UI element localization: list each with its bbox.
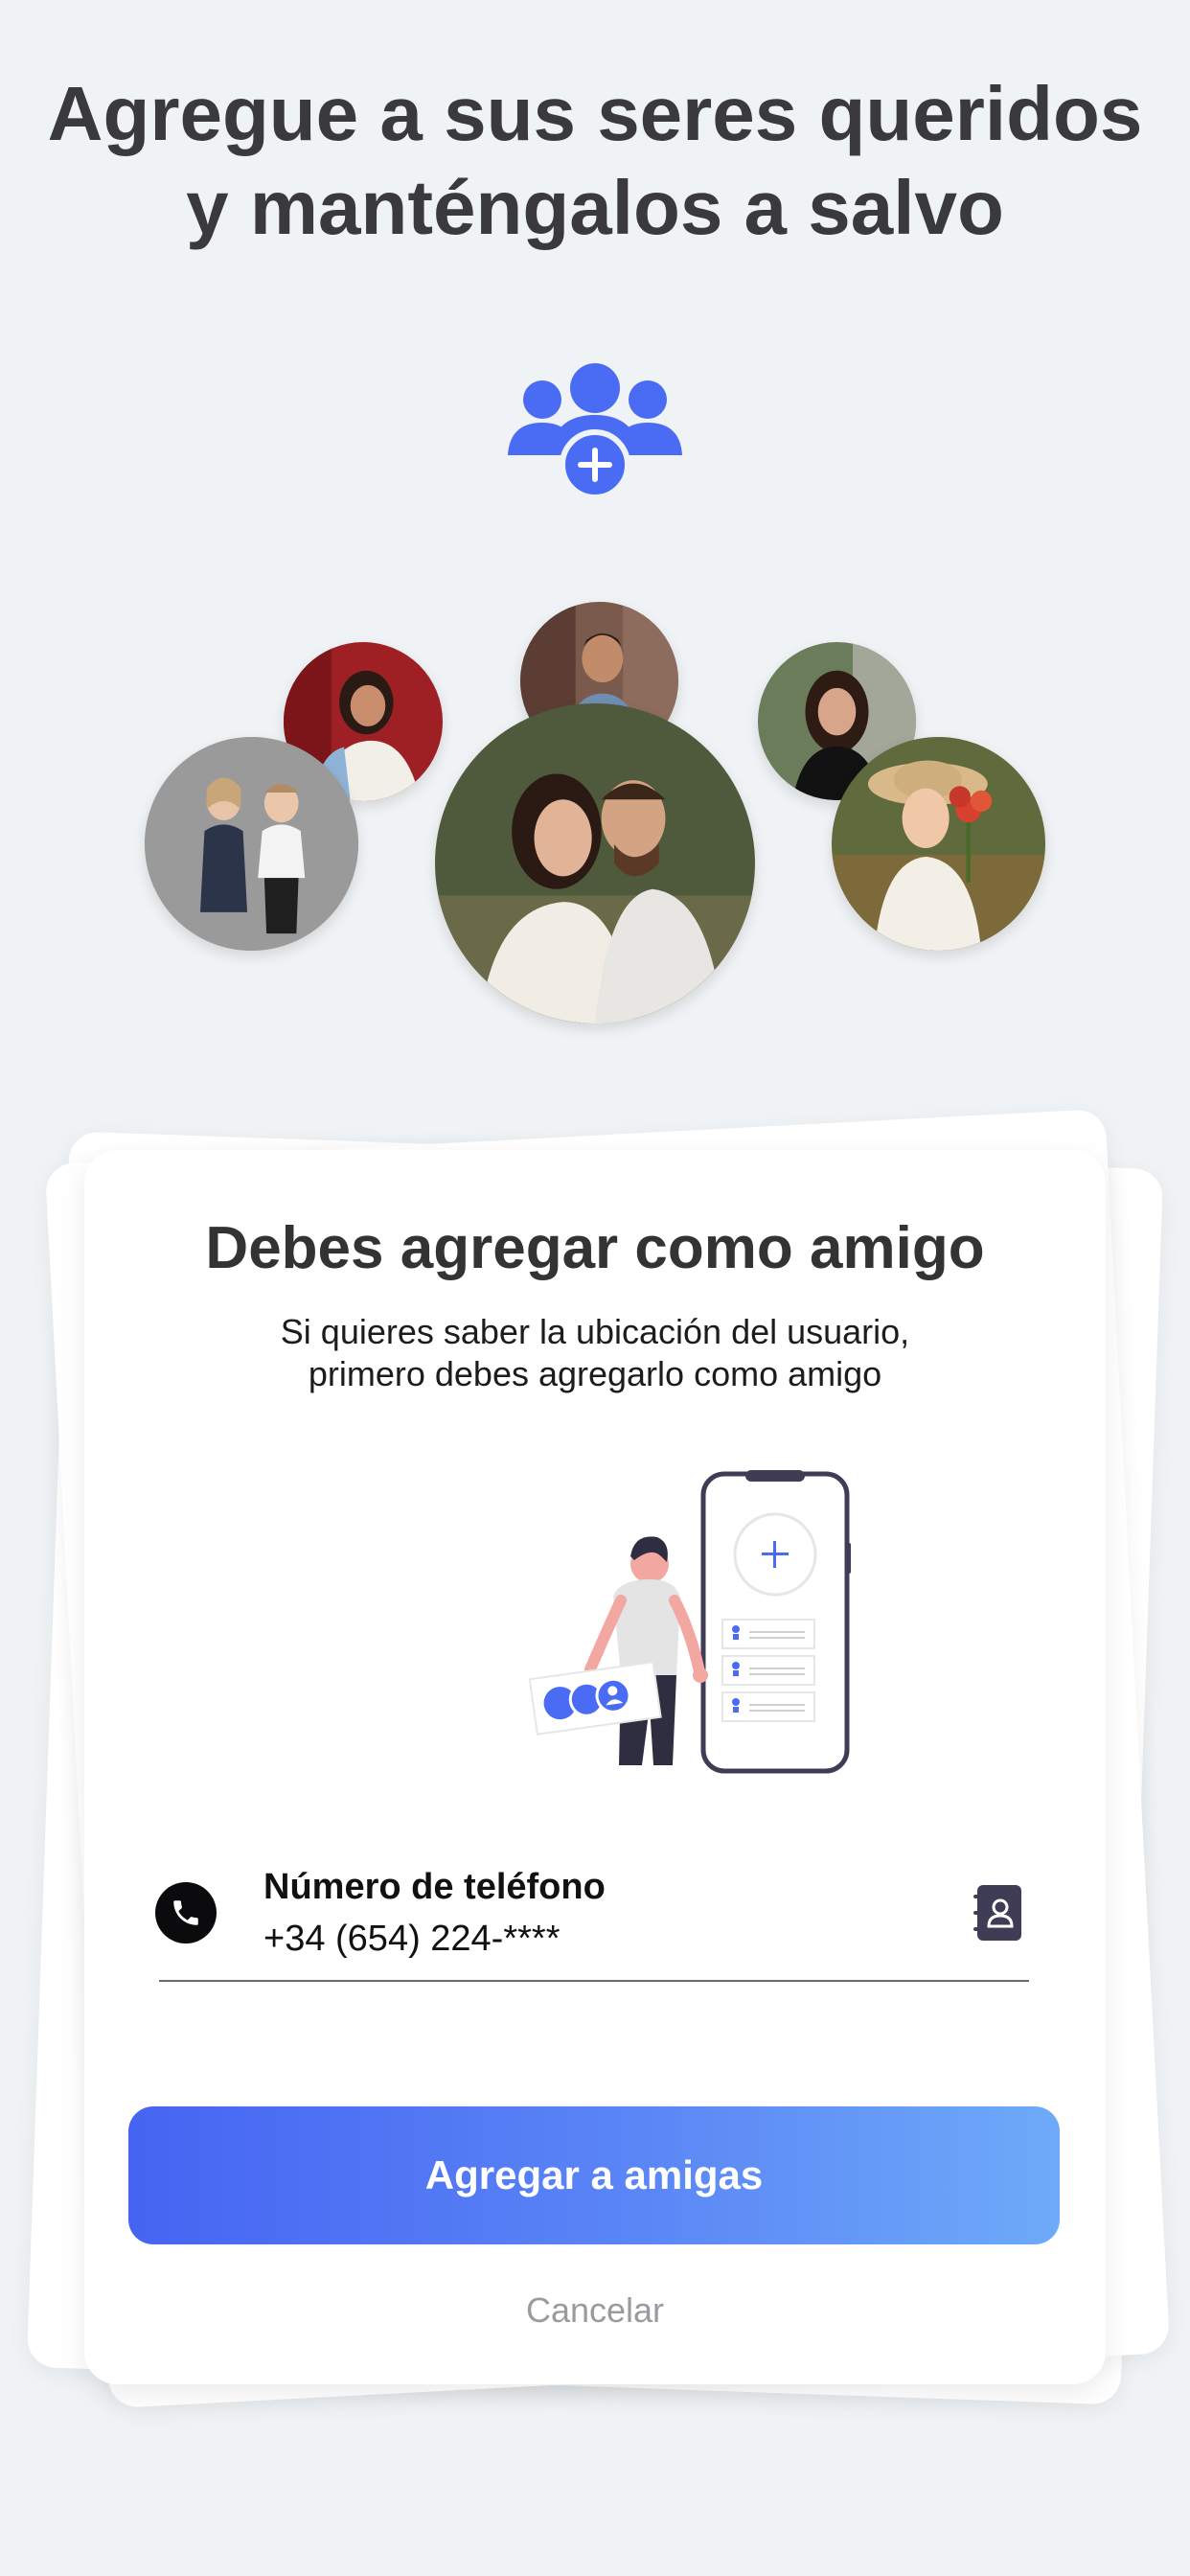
phone-number-value[interactable]: +34 (654) 224-****: [263, 1917, 561, 1961]
card-title: Debes agregar como amigo: [205, 1215, 985, 1281]
add-friend-button[interactable]: Agregar a amigas: [128, 2106, 1060, 2244]
page-title-line-1: Agregue a sus seres queridos: [47, 71, 1143, 156]
add-friend-screen: Agregue a sus seres queridos y manténgal…: [0, 0, 1190, 2576]
phone-number-field[interactable]: Número de teléfono +34 (654) 224-****: [155, 1859, 1027, 1984]
photo-two-children: [145, 737, 358, 951]
add-group-icon: [508, 363, 682, 500]
contact-book-icon[interactable]: [973, 1883, 1023, 1943]
phone-number-label: Número de teléfono: [263, 1867, 606, 1907]
phone-field-underline: [159, 1980, 1029, 1982]
photo-couple: [435, 703, 755, 1024]
add-friend-card: Debes agregar como amigo Si quieres sabe…: [84, 1150, 1106, 2384]
cancel-button[interactable]: Cancelar: [84, 2290, 1106, 2331]
phone-icon: [155, 1882, 217, 1944]
add-contact-illustration: [528, 1470, 851, 1774]
card-subtitle: Si quieres saber la ubicación del usuari…: [142, 1311, 1048, 1395]
photo-woman-hat-flowers: [832, 737, 1045, 951]
card-subtitle-line-2: primero debes agregarlo como amigo: [308, 1354, 882, 1393]
page-title: Agregue a sus seres queridos y manténgal…: [38, 67, 1152, 255]
page-title-line-2: y manténgalos a salvo: [186, 165, 1004, 250]
card-subtitle-line-1: Si quieres saber la ubicación del usuari…: [280, 1312, 910, 1351]
